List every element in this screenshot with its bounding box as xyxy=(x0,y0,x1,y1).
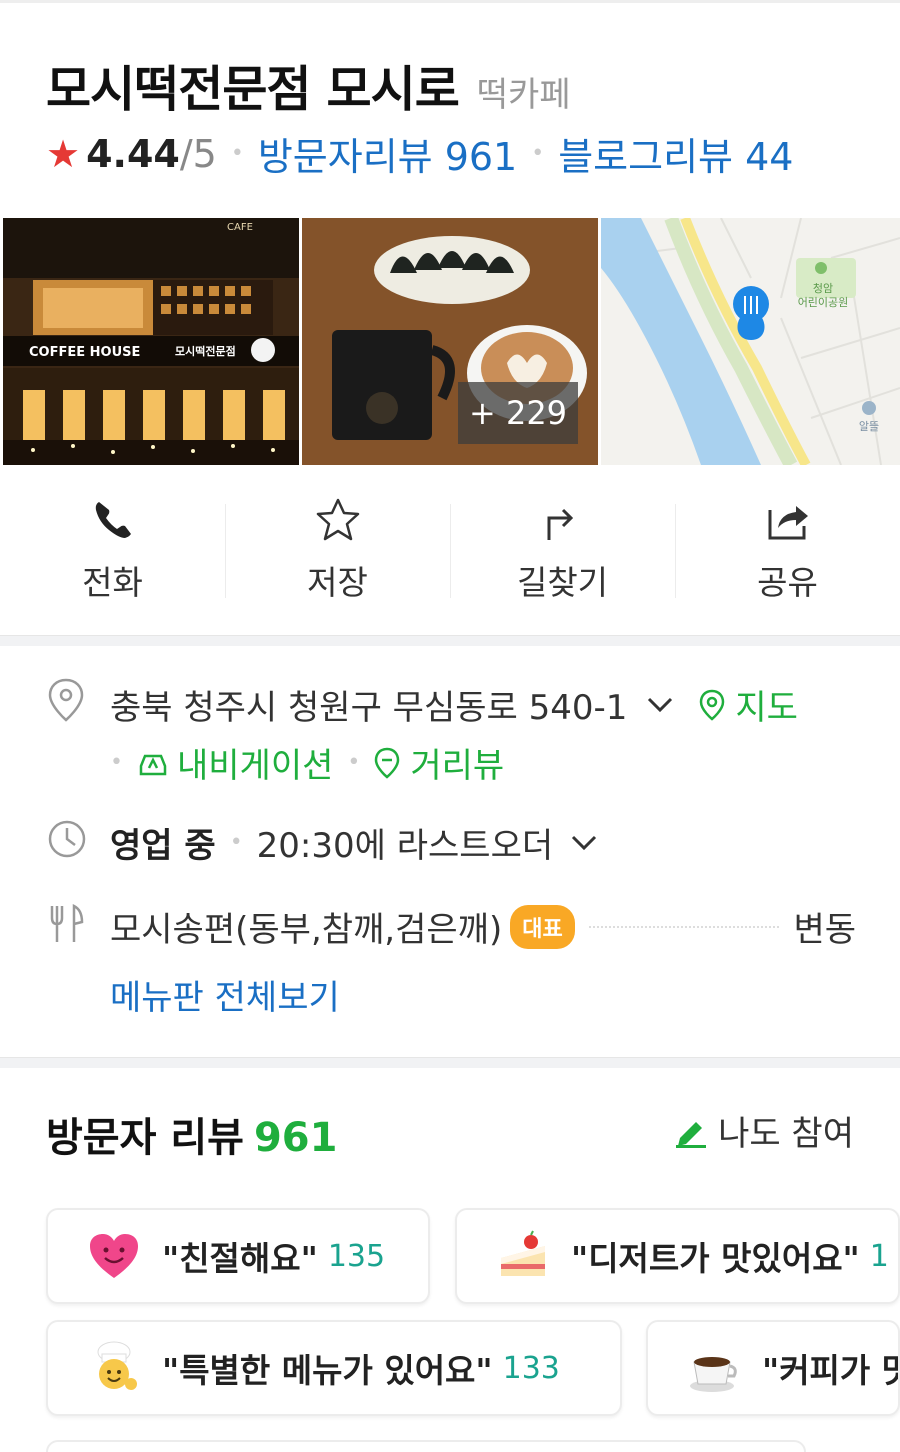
review-keyword-chip[interactable]: "커피가 맛 xyxy=(646,1320,900,1416)
visitor-reviews-link[interactable]: 방문자리뷰 961 xyxy=(258,126,517,181)
cake-emoji-icon xyxy=(501,1230,545,1276)
join-review-button[interactable]: 나도 참여 xyxy=(674,1106,854,1155)
last-order-text: 20:30에 라스트오더 xyxy=(256,826,554,866)
menu-item-price: 변동 xyxy=(793,910,856,950)
location-pin-icon xyxy=(48,678,84,722)
more-photos-badge[interactable]: + 229 xyxy=(458,382,578,444)
photo-strip: COFFEE HOUSE 모시떡전문점 CAFE + 229 청암 어린이공원 … xyxy=(3,218,900,465)
map-park-label: 청암 xyxy=(813,282,833,295)
review-keyword-chip[interactable]: "디저트가 맛있어요" 1 xyxy=(455,1208,900,1304)
hours-row: 영업 중 • 20:30에 라스트오더 xyxy=(110,818,599,867)
map-thumbnail[interactable]: 청암 어린이공원 알뜰 xyxy=(601,218,900,465)
share-button[interactable]: 공유 xyxy=(675,466,900,636)
directions-icon xyxy=(547,508,573,540)
map-park-label-2: 어린이공원 xyxy=(798,296,849,309)
rating-max: /5 xyxy=(179,131,217,176)
map-pin-green-icon xyxy=(700,689,725,721)
keyword-text: "친절해요" xyxy=(162,1239,318,1278)
menu-row: 모시송편(동부,참깨,검은깨) 대표 변동 xyxy=(110,902,856,951)
chevron-down-icon[interactable] xyxy=(569,833,599,853)
rating-star-icon: ★ xyxy=(46,131,81,176)
chef-emoji-icon xyxy=(97,1341,137,1390)
navigation-row: • 내비게이션 • 거리뷰 xyxy=(110,738,504,787)
join-review-label: 나도 참여 xyxy=(718,1114,854,1154)
menu-board-link[interactable]: 메뉴판 전체보기 xyxy=(110,970,340,1019)
keyword-count: 133 xyxy=(502,1350,560,1386)
clock-icon xyxy=(48,820,86,858)
blog-reviews-link[interactable]: 블로그리뷰 44 xyxy=(558,126,793,181)
chevron-down-icon[interactable] xyxy=(645,695,675,715)
phone-icon xyxy=(95,502,131,538)
review-keyword-chip[interactable]: "친절해요" 135 xyxy=(46,1208,430,1304)
navigation-car-icon xyxy=(139,754,167,775)
keyword-text: "커피가 맛 xyxy=(762,1351,900,1390)
street-view-icon xyxy=(375,747,400,779)
separator-dot: • xyxy=(347,750,361,775)
map-link[interactable]: 지도 xyxy=(735,680,798,729)
review-count: 961 xyxy=(253,1115,338,1161)
menu-item-name: 모시송편(동부,참깨,검은깨) xyxy=(110,910,503,950)
address-row: 충북 청주시 청원구 무심동로 540-1 지도 xyxy=(110,680,798,729)
directions-label: 길찾기 xyxy=(516,563,609,602)
save-label: 저장 xyxy=(307,563,368,602)
directions-button[interactable]: 길찾기 xyxy=(450,466,675,636)
review-keyword-chip-partial[interactable] xyxy=(46,1440,806,1452)
signature-badge: 대표 xyxy=(510,904,575,949)
open-status: 영업 중 xyxy=(110,826,216,866)
storefront-sign-name: 모시떡전문점 xyxy=(175,344,236,358)
keyword-count: 1 xyxy=(869,1238,889,1274)
call-button[interactable]: 전화 xyxy=(0,466,225,636)
dotted-leader xyxy=(588,925,780,928)
separator-dot: • xyxy=(531,141,545,166)
title-row: 모시떡전문점 모시로 떡카페 xyxy=(46,50,571,121)
save-button[interactable]: 저장 xyxy=(225,466,450,636)
review-section-title: 방문자 리뷰 961 xyxy=(46,1105,337,1163)
map-poi-label: 알뜰 xyxy=(859,419,879,433)
star-icon xyxy=(316,498,359,541)
share-label: 공유 xyxy=(757,563,818,602)
street-view-link[interactable]: 거리뷰 xyxy=(410,738,504,787)
keyword-text: "특별한 메뉴가 있어요" xyxy=(162,1351,493,1390)
storefront-sign-coffee: COFFEE HOUSE xyxy=(29,345,140,360)
food-photo[interactable]: + 229 xyxy=(302,218,598,465)
navigation-link[interactable]: 내비게이션 xyxy=(177,738,333,787)
review-title-text: 방문자 리뷰 xyxy=(46,1115,244,1161)
address-text: 충북 청주시 청원구 무심동로 540-1 xyxy=(110,688,628,728)
action-bar: 전화 저장 길찾기 공유 xyxy=(0,466,900,636)
fork-knife-icon xyxy=(50,903,84,942)
review-keyword-chip[interactable]: "특별한 메뉴가 있어요" 133 xyxy=(46,1320,622,1416)
heart-emoji-icon xyxy=(90,1234,138,1278)
pencil-icon xyxy=(676,1121,707,1148)
rating-score: 4.44 xyxy=(86,131,180,176)
keyword-text: "디저트가 맛있어요" xyxy=(571,1239,860,1278)
separator-dot: • xyxy=(229,830,243,855)
storefront-photo[interactable]: COFFEE HOUSE 모시떡전문점 CAFE xyxy=(3,218,299,465)
rating-row: ★ 4.44 /5 • 방문자리뷰 961 • 블로그리뷰 44 xyxy=(46,126,793,181)
place-category: 떡카페 xyxy=(476,75,571,115)
call-label: 전화 xyxy=(82,563,143,602)
keyword-count: 135 xyxy=(327,1238,386,1274)
coffee-emoji-icon xyxy=(690,1357,737,1392)
storefront-sign-cafe: CAFE xyxy=(227,222,253,233)
separator-dot: • xyxy=(110,750,123,775)
separator-dot: • xyxy=(230,141,244,166)
share-icon xyxy=(768,506,808,540)
place-name: 모시떡전문점 모시로 xyxy=(46,61,460,118)
